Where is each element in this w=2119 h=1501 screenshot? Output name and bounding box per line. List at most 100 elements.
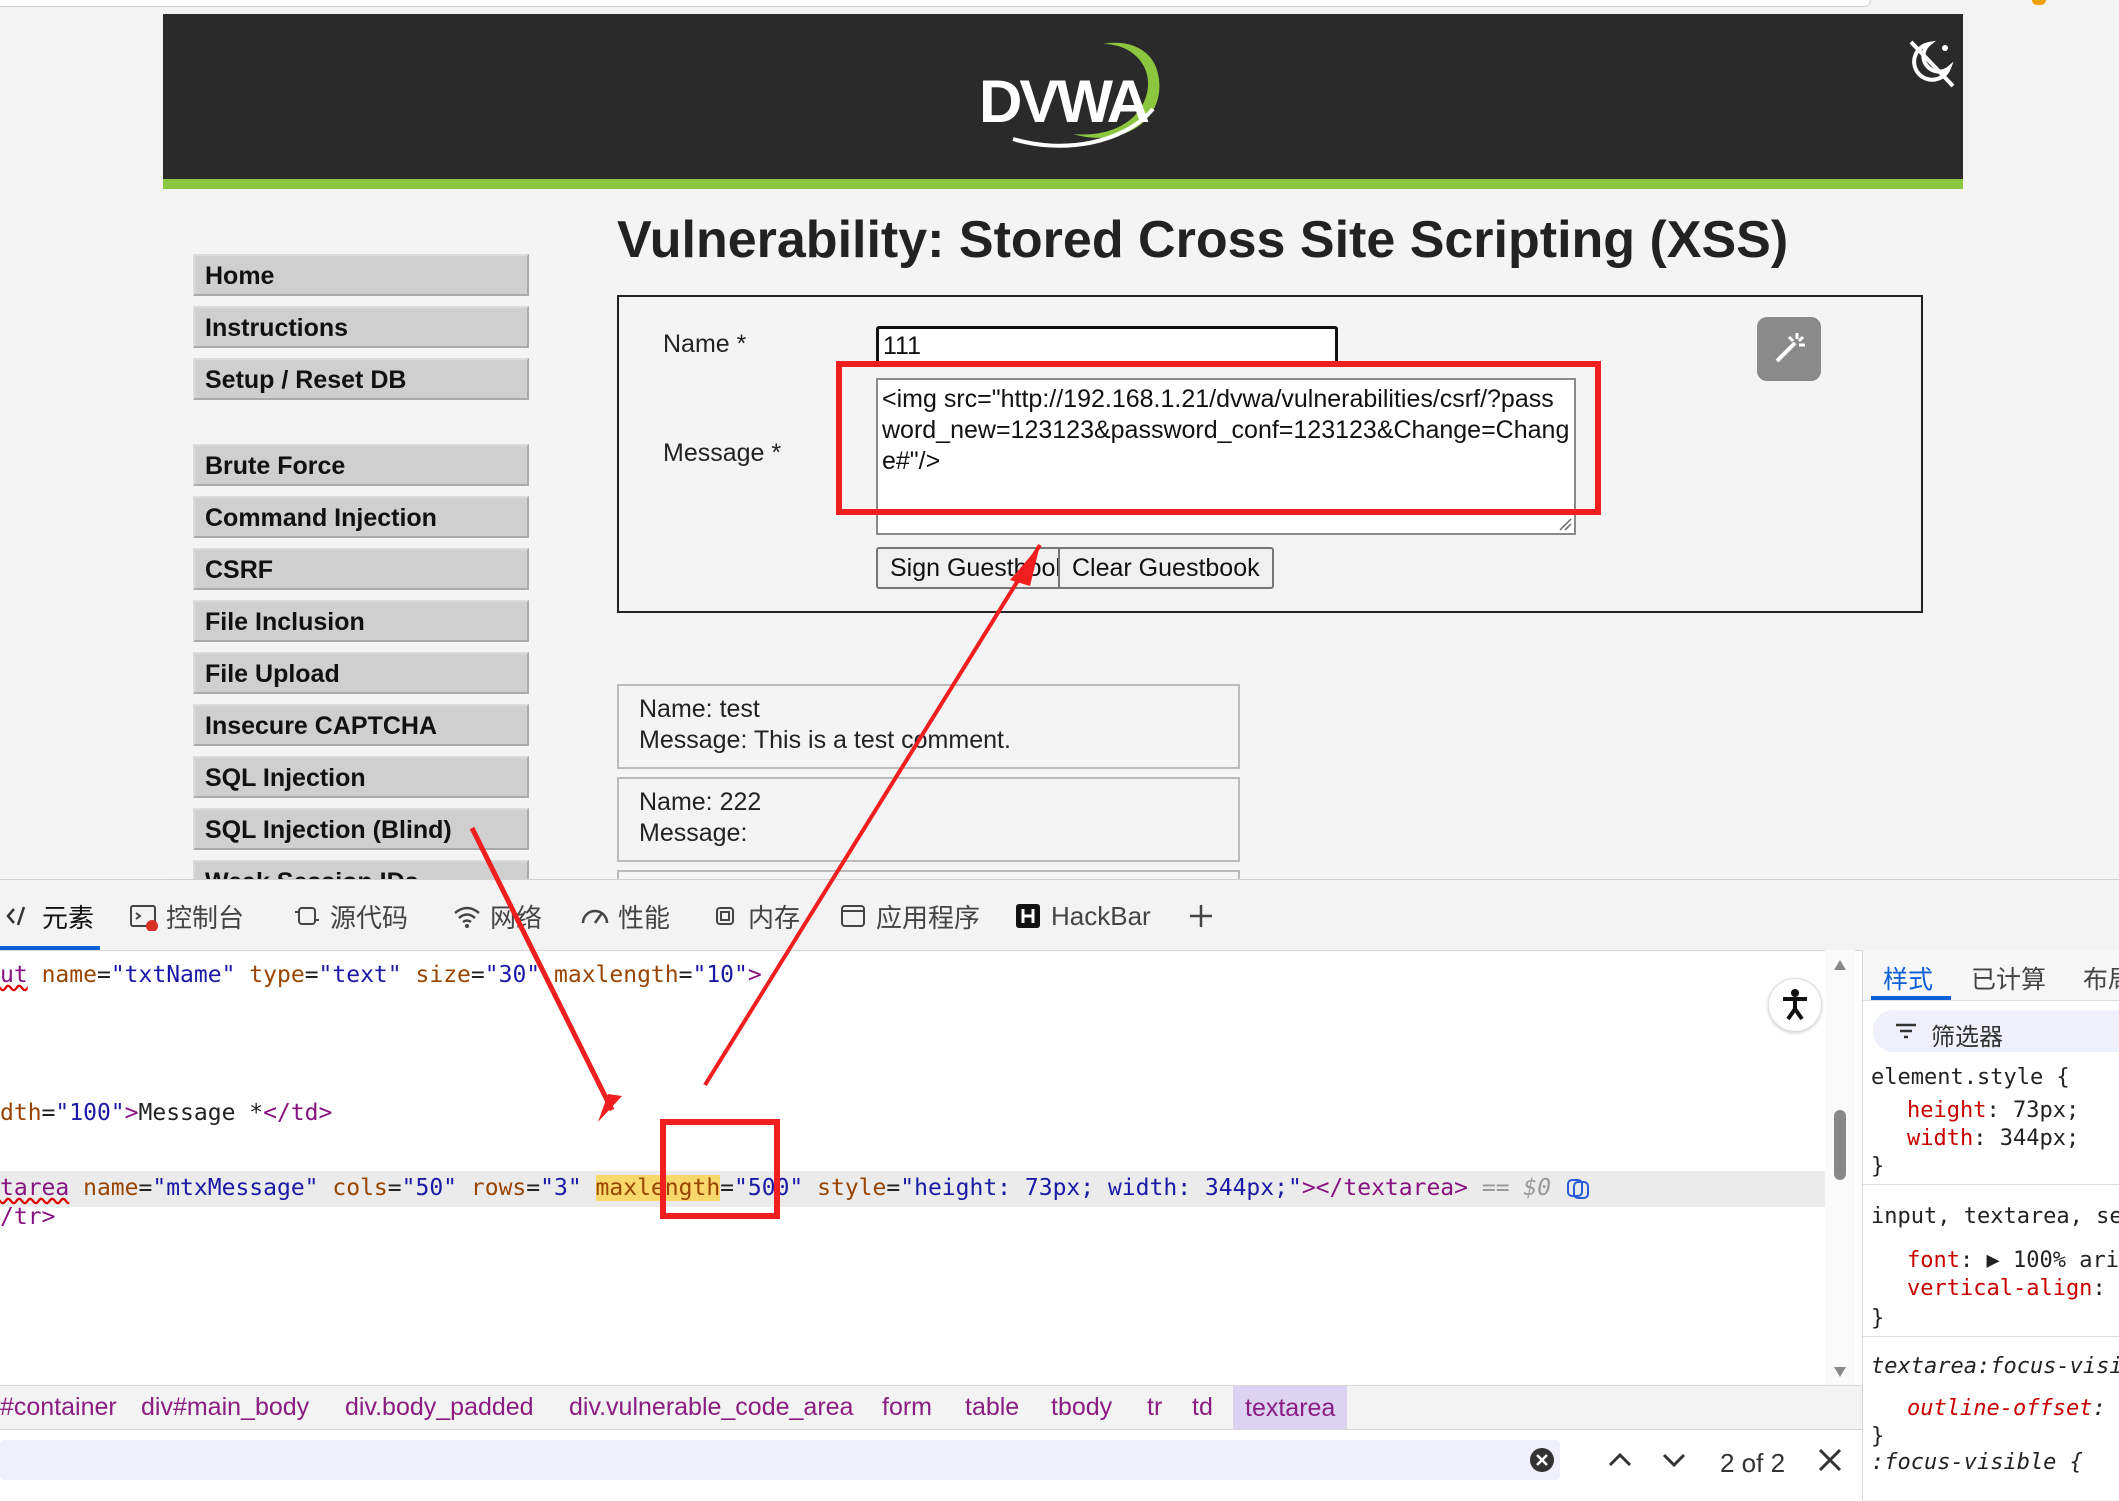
attr-value: "mtxMessage" bbox=[152, 1175, 319, 1201]
prop-name: height bbox=[1907, 1098, 1987, 1123]
code-line-td[interactable]: dth="100">Message *</td> bbox=[0, 1100, 332, 1126]
chevron-up-icon[interactable] bbox=[1603, 1443, 1637, 1477]
styles-tab-bar: 样式 已计算 布局 bbox=[1863, 950, 2119, 1001]
magic-wand-button[interactable] bbox=[1757, 317, 1821, 381]
style-decl[interactable]: width: 344px; bbox=[1907, 1126, 2079, 1151]
style-brace: } bbox=[1871, 1154, 1885, 1179]
name-input[interactable]: 111 bbox=[876, 326, 1338, 366]
tab-hackbar[interactable]: HackBar bbox=[1013, 896, 1151, 936]
theme-toggle-icon[interactable] bbox=[1901, 34, 1961, 94]
tab-network[interactable]: 网络 bbox=[452, 896, 542, 936]
menu-item-sql-injection-blind[interactable]: SQL Injection (Blind) bbox=[193, 808, 529, 850]
tab-styles[interactable]: 样式 bbox=[1883, 960, 1933, 996]
dvwa-container: DVWA Vulnerability: Stored Cross Site Sc… bbox=[163, 14, 1963, 879]
sign-guestbook-button[interactable]: Sign Guestbook bbox=[876, 547, 1082, 589]
tag-end: > bbox=[747, 962, 762, 988]
attr-name: rows bbox=[470, 1175, 527, 1201]
menu-item-weak-session-ids[interactable]: Weak Session IDs bbox=[193, 860, 529, 879]
close-icon[interactable] bbox=[1813, 1443, 1847, 1477]
crumb-item[interactable]: div#main_body bbox=[141, 1393, 309, 1422]
rule-divider bbox=[1863, 1336, 2119, 1337]
crumb-item[interactable]: div.vulnerable_code_area bbox=[569, 1393, 853, 1422]
attr-value: "text" bbox=[318, 962, 402, 988]
application-icon bbox=[841, 905, 865, 927]
crumb-item[interactable]: tr bbox=[1147, 1393, 1162, 1422]
guestbook-entry: Name: test Message: This is a test comme… bbox=[617, 684, 1240, 769]
code-line-textarea[interactable]: tarea name="mtxMessage" cols="50" rows="… bbox=[0, 1175, 1591, 1202]
console-icon bbox=[130, 905, 158, 931]
menu-item-insecure-captcha[interactable]: Insecure CAPTCHA bbox=[193, 704, 529, 746]
tab-performance[interactable]: 性能 bbox=[580, 896, 670, 936]
chevron-down-icon[interactable] bbox=[1657, 1443, 1691, 1477]
attr-value: "500" bbox=[734, 1175, 804, 1201]
crumb-item[interactable]: form bbox=[882, 1393, 932, 1422]
menu-item-file-upload[interactable]: File Upload bbox=[193, 652, 529, 694]
crumb-item-selected[interactable]: textarea bbox=[1233, 1386, 1348, 1430]
sources-icon bbox=[295, 907, 319, 925]
menu-item-brute-force[interactable]: Brute Force bbox=[193, 444, 529, 486]
tab-console[interactable]: 控制台 bbox=[128, 896, 244, 936]
tag-close: ></textarea> bbox=[1301, 1175, 1468, 1201]
performance-icon bbox=[581, 909, 609, 924]
filter-label: 筛选器 bbox=[1931, 1024, 2003, 1051]
menu-item-home[interactable]: Home bbox=[193, 254, 529, 296]
tab-computed[interactable]: 已计算 bbox=[1971, 960, 2046, 996]
menu-item-sql-injection[interactable]: SQL Injection bbox=[193, 756, 529, 798]
tab-memory[interactable]: 内存 bbox=[710, 896, 800, 936]
node-text: Message * bbox=[138, 1100, 264, 1126]
attr-name: dth bbox=[0, 1100, 42, 1126]
ai-assist-icon[interactable] bbox=[1565, 1176, 1591, 1202]
tab-layout[interactable]: 布局 bbox=[2083, 960, 2119, 996]
tab-elements[interactable]: 元素 bbox=[4, 896, 94, 936]
match-count: 2 of 2 bbox=[1720, 1448, 1786, 1478]
message-text: <img src="http://192.168.1.21/dvwa/vulne… bbox=[882, 385, 1570, 475]
dvwa-logo: DVWA bbox=[953, 29, 1173, 159]
resize-grip-icon[interactable] bbox=[1558, 517, 1572, 531]
find-bar: 2 of 2 bbox=[0, 1429, 1862, 1501]
tag-close: /tr> bbox=[0, 1204, 56, 1230]
attr-value: "3" bbox=[540, 1175, 582, 1201]
menu-item-instructions[interactable]: Instructions bbox=[193, 306, 529, 348]
prop-name: width bbox=[1907, 1126, 1974, 1151]
accessibility-button[interactable] bbox=[1768, 978, 1822, 1032]
style-brace: } bbox=[1871, 1424, 1885, 1449]
crumb-item[interactable]: table bbox=[965, 1393, 1019, 1422]
address-bar-edge bbox=[0, 0, 1871, 7]
crumb-item[interactable]: #container bbox=[0, 1393, 117, 1422]
vertical-scrollbar[interactable] bbox=[1825, 950, 1855, 1387]
style-decl[interactable]: vertical-align: bbox=[1907, 1276, 2106, 1301]
menu-item-file-inclusion[interactable]: File Inclusion bbox=[193, 600, 529, 642]
menu-item-command-injection[interactable]: Command Injection bbox=[193, 496, 529, 538]
dvwa-header: DVWA bbox=[163, 14, 1963, 189]
menu-item-csrf[interactable]: CSRF bbox=[193, 548, 529, 590]
message-textarea[interactable]: <img src="http://192.168.1.21/dvwa/vulne… bbox=[876, 378, 1576, 535]
crumb-item[interactable]: div.body_padded bbox=[345, 1393, 534, 1422]
tag-name: tarea bbox=[0, 1175, 70, 1201]
browser-top-strip bbox=[0, 0, 2119, 14]
crumb-item[interactable]: tbody bbox=[1051, 1393, 1112, 1422]
styles-pane: 样式 已计算 布局 筛选器 element.style { height: 73… bbox=[1862, 950, 2119, 1500]
style-decl[interactable]: height: 73px; bbox=[1907, 1098, 2079, 1123]
active-style-tab-indicator bbox=[1871, 996, 1951, 1000]
code-line-close-tr[interactable]: /tr> bbox=[0, 1204, 55, 1230]
add-tab-button[interactable] bbox=[1186, 896, 1216, 936]
style-decl[interactable]: font: ▶ 100% ari bbox=[1907, 1248, 2119, 1273]
tab-application[interactable]: 应用程序 bbox=[838, 896, 980, 936]
name-label: Name * bbox=[663, 330, 747, 358]
clear-search-icon[interactable] bbox=[1527, 1445, 1557, 1475]
tab-label: 源代码 bbox=[330, 902, 409, 933]
attr-name: name bbox=[83, 1175, 139, 1201]
filter-input[interactable]: 筛选器 bbox=[1873, 1010, 2119, 1052]
find-input[interactable] bbox=[0, 1440, 1560, 1480]
style-selector: textarea:focus-visi bbox=[1871, 1354, 2119, 1379]
prop-value: 344px; bbox=[1999, 1126, 2080, 1151]
style-decl[interactable]: outline-offset: bbox=[1907, 1396, 2106, 1421]
code-line-input[interactable]: ut name="txtName" type="text" size="30" … bbox=[0, 962, 762, 988]
crumb-item[interactable]: td bbox=[1192, 1393, 1213, 1422]
attr-name: size bbox=[415, 962, 471, 988]
clear-guestbook-button[interactable]: Clear Guestbook bbox=[1058, 547, 1274, 589]
tab-label: 应用程序 bbox=[876, 902, 981, 933]
menu-item-setup[interactable]: Setup / Reset DB bbox=[193, 358, 529, 400]
tab-sources[interactable]: 源代码 bbox=[292, 896, 408, 936]
network-icon bbox=[454, 906, 480, 928]
